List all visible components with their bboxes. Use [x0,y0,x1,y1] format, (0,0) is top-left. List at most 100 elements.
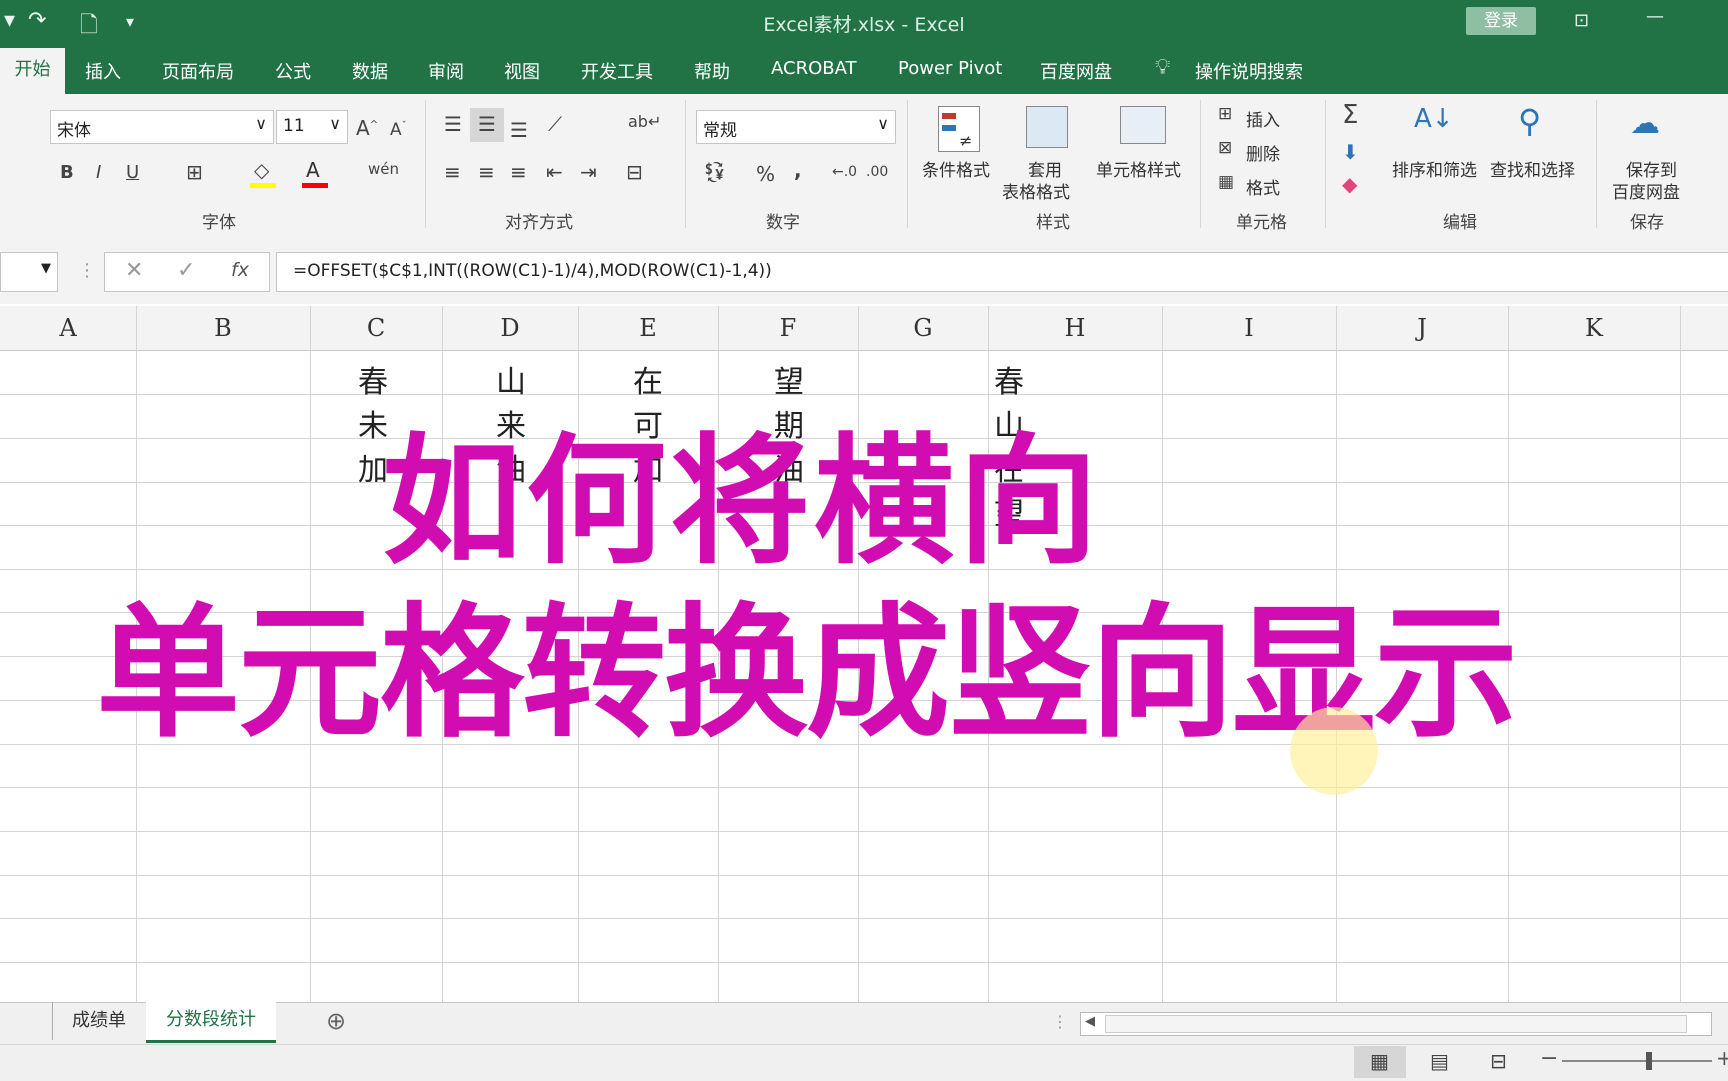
column-header-g[interactable]: G [858,306,988,350]
tab-acrobat[interactable]: ACROBAT [771,58,857,79]
page-layout-view-icon[interactable]: ▤ [1430,1049,1449,1073]
scrollbar-thumb[interactable] [1105,1015,1687,1033]
search-icon[interactable]: ⚲ [1518,102,1541,140]
format-cells-icon[interactable]: ▦ [1218,172,1234,192]
align-left-icon[interactable]: ≡ [444,160,461,184]
delete-cells-icon[interactable]: ⊠ [1218,138,1232,158]
drag-handle-icon[interactable]: ⋮ [1052,1012,1068,1031]
cell-h1[interactable]: 春 [994,357,1024,401]
zoom-in-icon[interactable]: + [1716,1046,1728,1070]
align-middle-icon[interactable]: ☰ [478,112,496,136]
format-as-table-icon[interactable] [1026,106,1068,148]
phonetic-icon[interactable]: wén [368,160,399,178]
delete-cells-label[interactable]: 删除 [1246,140,1280,165]
zoom-out-icon[interactable]: − [1540,1046,1558,1071]
column-header-a[interactable]: A [0,306,136,350]
cell-f1[interactable]: 望 [774,357,804,401]
insert-cells-label[interactable]: 插入 [1246,106,1280,131]
tab-baidu-pan[interactable]: 百度网盘 [1040,58,1112,84]
page-break-view-icon[interactable]: ⊟ [1490,1049,1507,1073]
column-header-k[interactable]: K [1508,306,1680,350]
zoom-slider-thumb[interactable] [1646,1052,1652,1070]
decrease-decimal-icon[interactable]: .00 [866,164,888,180]
increase-font-icon[interactable]: A^ [356,116,378,140]
italic-button[interactable]: I [96,162,101,183]
column-header-j[interactable]: J [1336,306,1508,350]
format-cells-label[interactable]: 格式 [1246,174,1280,199]
tab-formulas[interactable]: 公式 [275,58,311,84]
fill-down-icon[interactable]: ⬇︎ [1342,140,1359,164]
number-format-combo[interactable]: 常规 ∨ [696,110,896,144]
tell-me-search[interactable]: 操作说明搜索 [1195,58,1303,84]
sort-filter-icon[interactable]: A↓ [1414,104,1454,134]
align-bottom-icon[interactable]: ☰ [510,118,528,142]
font-size-combo[interactable]: 11 ∨ [276,110,348,144]
column-header-b[interactable]: B [136,306,310,350]
insert-function-button[interactable]: fx [231,259,249,281]
orientation-icon[interactable]: ⟋ [548,112,562,136]
column-header-f[interactable]: F [718,306,858,350]
login-button[interactable]: 登录 [1466,7,1536,35]
font-name-combo[interactable]: 宋体 ∨ [50,110,274,144]
scroll-left-icon[interactable]: ◀ [1085,1014,1095,1029]
conditional-format-icon[interactable]: ≠ [938,106,980,152]
autosum-button[interactable]: Σ [1342,100,1358,130]
conditional-format-label[interactable]: 条件格式 [922,156,990,181]
tab-page-layout[interactable]: 页面布局 [162,58,234,84]
tab-developer[interactable]: 开发工具 [581,58,653,84]
horizontal-scrollbar[interactable]: ◀ [1080,1012,1712,1036]
column-header-d[interactable]: D [442,306,578,350]
tab-data[interactable]: 数据 [352,58,388,84]
enter-icon[interactable]: ✓ [177,258,195,283]
insert-cells-icon[interactable]: ⊞ [1218,104,1232,124]
fill-color-icon[interactable]: ◇ [254,158,269,182]
cell-styles-icon[interactable] [1120,106,1166,144]
comma-button[interactable]: , [794,158,802,182]
decrease-indent-icon[interactable]: ⇤ [546,160,563,184]
wrap-text-icon[interactable]: ab↵ [628,112,661,131]
find-select-label[interactable]: 查找和选择 [1490,156,1575,181]
font-color-icon[interactable]: A [306,158,320,182]
baidu-cloud-icon[interactable]: ☁ [1630,106,1660,141]
tab-review[interactable]: 审阅 [428,58,464,84]
tab-view[interactable]: 视图 [504,58,540,84]
tab-help[interactable]: 帮助 [694,58,730,84]
underline-button[interactable]: U [126,162,139,183]
sheet-tab-scores[interactable]: 成绩单 [52,1002,145,1040]
cancel-icon[interactable]: ✕ [125,258,143,283]
minimize-icon[interactable]: — [1646,6,1664,27]
column-header-i[interactable]: I [1162,306,1336,350]
column-header-e[interactable]: E [578,306,718,350]
bold-button[interactable]: B [60,162,74,183]
increase-indent-icon[interactable]: ⇥ [580,160,597,184]
normal-view-icon[interactable]: ▦ [1370,1049,1389,1073]
column-header-h[interactable]: H [988,306,1162,350]
sort-filter-label[interactable]: 排序和筛选 [1392,156,1477,181]
format-as-table-label-2[interactable]: 表格格式 [1002,178,1070,203]
tab-power-pivot[interactable]: Power Pivot [898,58,1002,79]
merge-center-icon[interactable]: ⊟ [626,160,643,184]
cell-c1[interactable]: 春 [358,357,388,401]
align-center-icon[interactable]: ≡ [478,160,495,184]
formula-input[interactable]: =OFFSET($C$1,INT((ROW(C1)-1)/4),MOD(ROW(… [276,252,1728,292]
tab-insert[interactable]: 插入 [85,58,121,84]
accounting-format-icon[interactable]: 💱︎ [702,160,727,184]
cell-styles-label[interactable]: 单元格样式 [1096,156,1181,181]
add-sheet-icon[interactable]: ⊕ [326,1007,346,1035]
decrease-font-icon[interactable]: Aˇ [390,120,407,140]
zoom-slider[interactable] [1562,1060,1712,1062]
align-top-icon[interactable]: ☰ [444,112,462,136]
sheet-tab-score-stats[interactable]: 分数段统计 [146,1000,276,1043]
percent-button[interactable]: % [756,162,775,186]
cell-d1[interactable]: 山 [496,357,526,401]
increase-decimal-icon[interactable]: ←.0 [832,164,857,180]
ribbon-display-icon[interactable]: ⊡ [1574,10,1589,31]
drag-handle-icon[interactable]: ⋮ [78,260,96,281]
clear-icon[interactable]: ◆ [1342,172,1357,196]
cell-e1[interactable]: 在 [633,357,663,401]
borders-icon[interactable]: ⊞ [186,160,203,184]
save-to-baidu-label-2[interactable]: 百度网盘 [1612,178,1680,203]
name-box[interactable]: ▼ [0,252,58,292]
align-right-icon[interactable]: ≡ [510,160,527,184]
tab-home[interactable]: 开始 [0,48,65,94]
